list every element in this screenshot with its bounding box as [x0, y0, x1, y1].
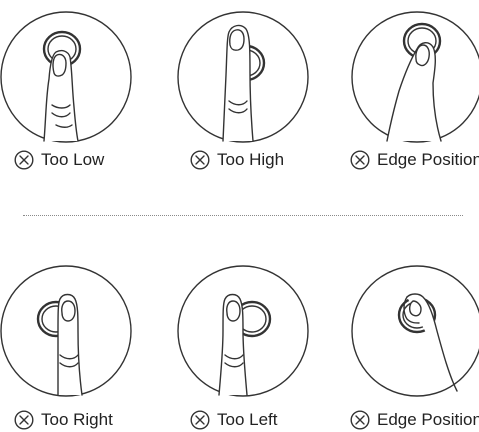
- caption-edge-position-2: Edge Position: [350, 408, 479, 432]
- caption-too-high: Too High: [190, 148, 284, 172]
- caption-text: Edge Position: [377, 410, 479, 429]
- row-divider: [23, 215, 463, 216]
- caption-text: Too Left: [217, 410, 278, 429]
- caption-text: Edge Position: [377, 150, 479, 169]
- caption-too-left: Too Left: [190, 408, 278, 432]
- caption-edge-position-1: Edge Position: [350, 148, 479, 172]
- x-circle-icon: [350, 410, 370, 430]
- fingerprint-placement-guide: Too Low Too High Edge Position Too Right…: [0, 0, 479, 432]
- x-circle-icon: [190, 410, 210, 430]
- caption-too-right: Too Right: [14, 408, 113, 432]
- caption-text: Too Right: [41, 410, 113, 429]
- caption-text: Too Low: [41, 150, 105, 169]
- x-circle-icon: [14, 150, 34, 170]
- too-low-illustration: [0, 11, 132, 143]
- too-left-illustration: [177, 265, 309, 397]
- x-circle-icon: [190, 150, 210, 170]
- x-circle-icon: [350, 150, 370, 170]
- edge-position-illustration-1: [351, 11, 479, 143]
- too-high-illustration: [177, 11, 309, 143]
- too-right-illustration: [0, 265, 132, 397]
- caption-too-low: Too Low: [14, 148, 104, 172]
- caption-text: Too High: [217, 150, 285, 169]
- x-circle-icon: [14, 410, 34, 430]
- edge-position-illustration-2: [351, 265, 479, 397]
